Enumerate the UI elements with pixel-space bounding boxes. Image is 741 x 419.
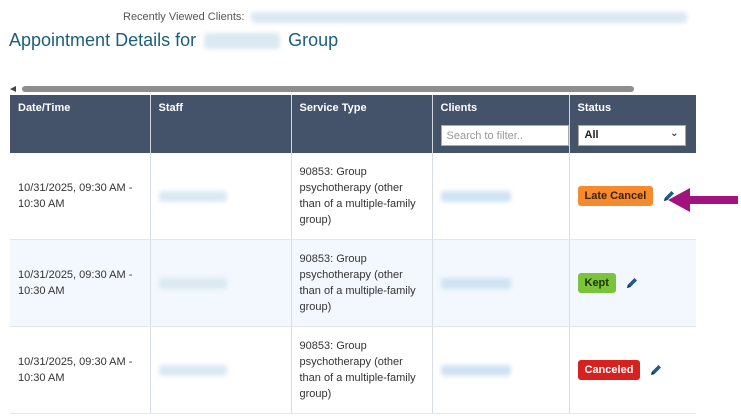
staff-name-redacted — [158, 277, 227, 289]
status-badge: Canceled — [577, 360, 641, 380]
status-cell: Kept — [569, 239, 696, 327]
clients-cell — [432, 239, 570, 327]
chevron-down-icon: ⌄ — [670, 128, 679, 139]
status-badge: Late Cancel — [577, 186, 654, 206]
client-link-redacted[interactable] — [440, 364, 511, 376]
status-header-label[interactable]: Status — [578, 102, 612, 114]
column-header-service-type[interactable]: Service Type — [291, 95, 433, 153]
service-cell: 90853: Group psychotherapy (other than o… — [291, 239, 433, 327]
datetime-cell: 10/31/2025, 09:30 AM - 10:30 AM — [10, 153, 151, 240]
column-header-datetime[interactable]: Date/Time — [10, 95, 151, 153]
datetime-cell: 10/31/2025, 09:30 AM - 10:30 AM — [10, 239, 151, 327]
datetime-cell: 10/31/2025, 09:30 AM - 10:30 AM — [10, 326, 151, 414]
staff-cell — [150, 326, 292, 414]
column-header-staff[interactable]: Staff — [150, 95, 292, 153]
status-filter-select[interactable]: All ⌄ — [577, 125, 686, 146]
table-row: 10/31/2025, 09:30 AM - 10:30 AM 90853: G… — [10, 326, 696, 414]
recently-viewed-clients-redacted[interactable] — [250, 11, 687, 23]
status-badge: Kept — [577, 273, 616, 293]
table-header-row: Date/Time Staff Service Type Clients Sta… — [10, 95, 696, 153]
group-name-redacted — [204, 33, 281, 50]
client-link-redacted[interactable] — [440, 190, 511, 202]
page-title-suffix: Group — [288, 30, 339, 50]
pencil-icon[interactable] — [625, 276, 639, 290]
recently-viewed-label: Recently Viewed Clients: — [123, 11, 245, 23]
staff-name-redacted — [158, 190, 227, 202]
status-filter-value: All — [584, 129, 599, 141]
column-header-status: Status All ⌄ — [569, 95, 696, 153]
appointments-table: Date/Time Staff Service Type Clients Sta… — [10, 95, 696, 414]
staff-cell — [150, 239, 292, 327]
staff-cell — [150, 153, 292, 240]
service-cell: 90853: Group psychotherapy (other than o… — [291, 326, 433, 414]
client-link-redacted[interactable] — [440, 277, 511, 289]
client-filter-input[interactable] — [440, 125, 569, 146]
scrollbar-thumb[interactable] — [22, 86, 634, 92]
scroll-left-icon[interactable] — [10, 86, 16, 92]
horizontal-scrollbar[interactable] — [10, 86, 635, 92]
arrow-left-icon — [668, 188, 738, 212]
staff-name-redacted — [158, 364, 227, 376]
clients-cell — [432, 326, 570, 414]
status-cell: Canceled — [569, 326, 696, 414]
clients-header-label[interactable]: Clients — [441, 102, 478, 114]
table-row: 10/31/2025, 09:30 AM - 10:30 AM 90853: G… — [10, 153, 696, 240]
recently-viewed-bar: Recently Viewed Clients: — [123, 11, 687, 23]
service-cell: 90853: Group psychotherapy (other than o… — [291, 153, 433, 240]
table-row: 10/31/2025, 09:30 AM - 10:30 AM 90853: G… — [10, 239, 696, 327]
clients-cell — [432, 153, 570, 240]
page-title: Appointment Details for Group — [9, 30, 338, 51]
column-header-clients: Clients — [432, 95, 570, 153]
pencil-icon[interactable] — [649, 363, 663, 377]
page-title-prefix: Appointment Details for — [9, 30, 197, 50]
